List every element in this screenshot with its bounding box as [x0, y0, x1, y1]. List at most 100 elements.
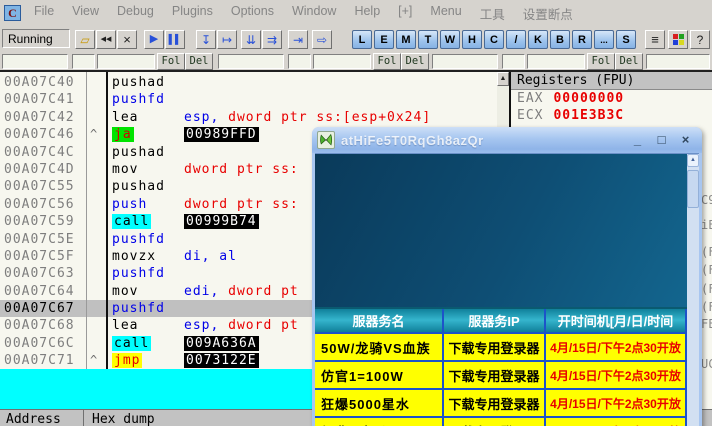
menu-item-View[interactable]: View: [72, 4, 99, 23]
popup-title-bar[interactable]: atHiFe5T0RqGh8azQr _ □ ×: [312, 127, 702, 153]
toolbar-letter-T[interactable]: T: [418, 30, 438, 49]
toolbar-combo-1-0[interactable]: [218, 54, 284, 69]
fol-button-0[interactable]: Fol: [157, 53, 185, 70]
step-over-icon: ↦: [221, 32, 233, 47]
toolbar-combo-2-1[interactable]: [502, 54, 525, 69]
step-over-button[interactable]: ↦: [217, 30, 237, 49]
pause-button[interactable]: ▌▌: [165, 30, 185, 49]
menu-item-File[interactable]: File: [34, 4, 54, 23]
appearance-colors-button[interactable]: [668, 30, 688, 49]
scroll-up-icon[interactable]: ▲: [687, 154, 699, 167]
toolbar-letter-R[interactable]: R: [572, 30, 592, 49]
menu-item-Plugins[interactable]: Plugins: [172, 4, 213, 23]
toolbar-letter-M[interactable]: M: [396, 30, 416, 49]
scroll-up-icon[interactable]: ▲: [497, 72, 509, 86]
instruction-address: 00A07C46: [4, 127, 75, 143]
server-open-time: 4月/15日/下午2点30开放: [546, 418, 687, 426]
menu-item-[+][interactable]: [+]: [398, 4, 412, 23]
menu-item-设置断点[interactable]: 设置断点: [523, 4, 573, 23]
fol-button-2[interactable]: Fol: [587, 53, 615, 70]
register-row[interactable]: EAX 00000000: [511, 90, 712, 107]
server-row[interactable]: 仿官1=100W 下载专用登录器 4月/15日/下午2点30开放: [315, 360, 687, 388]
disasm-row[interactable]: 00A07C40 pushad: [0, 74, 497, 91]
instruction-address: 00A07C56: [4, 196, 75, 212]
instruction-address: 00A07C68: [4, 318, 75, 334]
run-button[interactable]: ▶: [144, 30, 164, 49]
scroll-thumb[interactable]: [687, 170, 699, 208]
instruction-mnemonic: pushfd: [112, 92, 165, 108]
appearance-colors-icon: [672, 34, 684, 45]
toolbar-combo-1-1[interactable]: [288, 54, 311, 69]
instruction-mnemonic: pushfd: [112, 301, 165, 317]
close-program-button[interactable]: ×: [117, 30, 137, 49]
toolbar-combo-0-1[interactable]: [72, 54, 95, 69]
popup-scrollbar[interactable]: ▲: [687, 154, 699, 426]
server-row[interactable]: 经典·(南瓜)下载专用登录器4月/15日/下午2点30开放: [315, 416, 687, 426]
server-name: 经典·(南瓜): [315, 418, 444, 426]
del-button-1[interactable]: Del: [401, 53, 429, 70]
menu-item-Help[interactable]: Help: [354, 4, 380, 23]
toolbar-combo-0-0[interactable]: [2, 54, 68, 69]
trace-into-button[interactable]: ⇊: [241, 30, 261, 49]
toolbar-letter-S[interactable]: S: [616, 30, 636, 49]
toolbar-letter-B[interactable]: B: [550, 30, 570, 49]
toolbar-combo-1-2[interactable]: [313, 54, 371, 69]
toolbar-combo-tail[interactable]: [646, 54, 710, 69]
menu-item-Debug[interactable]: Debug: [117, 4, 154, 23]
toolbar-letter-E[interactable]: E: [374, 30, 394, 49]
toolbar-combo-0-2[interactable]: [97, 54, 155, 69]
maximize-button[interactable]: □: [653, 131, 670, 148]
open-file-button[interactable]: ▱: [75, 30, 95, 49]
minimize-button[interactable]: _: [629, 131, 646, 148]
instruction-operands: dword ptr ss:: [184, 196, 299, 212]
del-button-2[interactable]: Del: [615, 53, 643, 70]
run-to-user-icon: ⇨: [316, 32, 328, 47]
run-to-return-button[interactable]: ⇥: [288, 30, 308, 49]
toolbar-letter-L[interactable]: L: [352, 30, 372, 49]
divider: [83, 410, 84, 426]
menu-item-Options[interactable]: Options: [231, 4, 274, 23]
server-col-header: 开时间机[月/日/时间: [546, 309, 687, 332]
restart-button[interactable]: ◀◀: [96, 30, 116, 49]
step-into-button[interactable]: ↧: [196, 30, 216, 49]
windows-list-button[interactable]: ≡: [645, 30, 665, 49]
jump-direction-icon: ^: [90, 127, 99, 142]
register-name: EAX: [517, 91, 544, 106]
server-row[interactable]: 狂爆5000星水 下载专用登录器 4月/15日/下午2点30开放: [315, 388, 687, 416]
app-icon: C: [4, 5, 21, 21]
toolbar-letter-K[interactable]: K: [528, 30, 548, 49]
jump-direction-icon: ^: [90, 353, 99, 368]
toolbar-combo-2-0[interactable]: [432, 54, 498, 69]
toolbar-letter-H[interactable]: H: [462, 30, 482, 49]
run-to-return-icon: ⇥: [292, 32, 304, 47]
close-button[interactable]: ×: [677, 131, 694, 148]
toolbar-combo-2-2[interactable]: [527, 54, 585, 69]
dump-hex-header: Hex dump: [92, 412, 155, 426]
help-button[interactable]: ?: [690, 30, 710, 49]
server-table-header: 服器务名 服器务IP 开时间机[月/日/时间: [315, 307, 687, 332]
del-button-0[interactable]: Del: [185, 53, 213, 70]
trace-over-button[interactable]: ⇉: [262, 30, 282, 49]
toolbar-letter-slash[interactable]: /: [506, 30, 526, 49]
register-row[interactable]: ECX 001E3B3C: [511, 107, 712, 124]
server-row[interactable]: 50W/龙骑VS血族 下载专用登录器 4月/15日/下午2点30开放: [315, 332, 687, 360]
menu-bar: C File View Debug Plugins Options Window Help […: [0, 0, 712, 26]
instruction-address: 00A07C5E: [4, 231, 75, 247]
menu-item-工具[interactable]: 工具: [480, 4, 505, 23]
instruction-address: 00A07C64: [4, 283, 75, 299]
disasm-row[interactable]: 00A07C42 lea esp, dword ptr ss:[esp+0x24]: [0, 109, 497, 126]
run-to-user-button[interactable]: ⇨: [312, 30, 332, 49]
server-ip: 下载专用登录器: [444, 334, 546, 360]
toolbar-letter-C[interactable]: C: [484, 30, 504, 49]
instruction-mnemonic: pushad: [112, 179, 165, 195]
disasm-row[interactable]: 00A07C41 pushfd: [0, 91, 497, 108]
menu-item-Menu[interactable]: Menu: [430, 4, 461, 23]
instruction-mnemonic: pushad: [112, 75, 165, 90]
instruction-address: 00A07C40: [4, 75, 75, 90]
fol-button-1[interactable]: Fol: [373, 53, 401, 70]
toolbar-letter-dots[interactable]: ...: [594, 30, 614, 49]
menu-item-Window[interactable]: Window: [292, 4, 336, 23]
toolbar-letter-W[interactable]: W: [440, 30, 460, 49]
popup-title: atHiFe5T0RqGh8azQr: [341, 132, 484, 148]
server-table: 服器务名 服器务IP 开时间机[月/日/时间 50W/龙骑VS血族 下载专用登录器 4月…: [315, 307, 687, 426]
